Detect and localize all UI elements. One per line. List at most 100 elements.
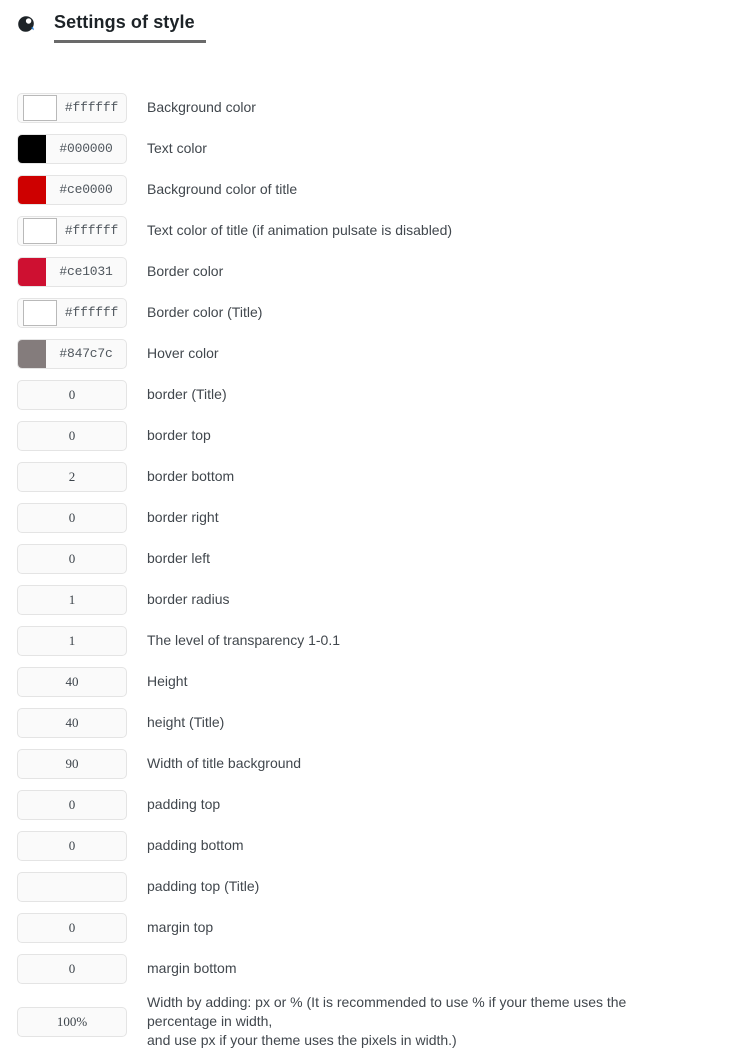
field-label: height (Title) xyxy=(147,714,225,730)
page-title-wrap: Settings of style xyxy=(54,12,206,43)
settings-row: #ffffff Background color xyxy=(0,87,741,128)
settings-row: 0 border left xyxy=(0,538,741,579)
page-header: Settings of style xyxy=(0,0,741,44)
field-value: 0 xyxy=(68,837,76,853)
color-swatch[interactable] xyxy=(18,134,46,163)
text-input[interactable]: 0 xyxy=(17,420,127,451)
color-hex-value: #ce0000 xyxy=(59,182,113,197)
field-value: 0 xyxy=(68,427,76,443)
settings-row: 90 Width of title background xyxy=(0,743,741,784)
field-value: 0 xyxy=(68,960,76,976)
field-label: border right xyxy=(147,509,219,525)
text-input[interactable]: 0 xyxy=(17,502,127,533)
settings-row: #ce0000 Background color of title xyxy=(0,169,741,210)
text-input[interactable]: 0 xyxy=(17,789,127,820)
color-swatch[interactable] xyxy=(18,257,46,286)
field-label-line: Width by adding: px or % (It is recommen… xyxy=(147,994,627,1010)
color-hex-value: #ce1031 xyxy=(59,264,113,279)
text-input[interactable]: 1 xyxy=(17,584,127,615)
field-value: 1 xyxy=(68,632,76,648)
text-input[interactable]: 40 xyxy=(17,707,127,738)
field-label-line: percentage in width, xyxy=(147,1013,273,1029)
settings-row: 0 margin bottom xyxy=(0,948,741,989)
text-input[interactable]: 100% xyxy=(17,1006,127,1037)
field-label: Width of title background xyxy=(147,755,302,771)
style-settings-form: #ffffff Background color #000000 Text color… xyxy=(0,44,741,1050)
color-input[interactable]: #ffffff xyxy=(17,215,127,246)
color-swatch[interactable] xyxy=(18,339,46,368)
settings-row: 40 height (Title) xyxy=(0,702,741,743)
field-label: Height xyxy=(147,673,188,689)
settings-row: 100% Width by adding: px or % (It is reco… xyxy=(0,989,741,1050)
field-label: Border color xyxy=(147,263,224,279)
settings-row: padding top (Title) xyxy=(0,866,741,907)
field-label: Text color of title (if animation pulsat… xyxy=(147,222,453,238)
color-input[interactable]: #ce0000 xyxy=(17,174,127,205)
color-swatch[interactable] xyxy=(18,175,46,204)
settings-row: 2 border bottom xyxy=(0,456,741,497)
field-value: 90 xyxy=(65,755,79,771)
text-input[interactable] xyxy=(17,871,127,902)
text-input[interactable]: 90 xyxy=(17,748,127,779)
eye-swirl-icon xyxy=(16,14,36,34)
page-title: Settings of style xyxy=(54,12,195,32)
text-input[interactable]: 0 xyxy=(17,953,127,984)
field-label: The level of transparency 1-0.1 xyxy=(147,632,340,648)
settings-row: 40 Height xyxy=(0,661,741,702)
color-swatch[interactable] xyxy=(23,217,57,244)
settings-row: #ffffff Text color of title (if animation… xyxy=(0,210,741,251)
text-input[interactable]: 0 xyxy=(17,912,127,943)
text-input[interactable]: 2 xyxy=(17,461,127,492)
settings-row: 0 padding bottom xyxy=(0,825,741,866)
text-input[interactable]: 0 xyxy=(17,379,127,410)
field-value: 1 xyxy=(68,591,76,607)
field-label: border (Title) xyxy=(147,386,227,402)
settings-row: #847c7c Hover color xyxy=(0,333,741,374)
text-input[interactable]: 40 xyxy=(17,666,127,697)
field-label: Width by adding: px or % (It is recommen… xyxy=(147,993,626,1050)
color-input[interactable]: #ce1031 xyxy=(17,256,127,287)
color-hex-value: #000000 xyxy=(59,141,113,156)
field-label: border top xyxy=(147,427,211,443)
color-swatch[interactable] xyxy=(23,299,57,326)
color-hex-value: #ffffff xyxy=(64,223,119,238)
field-value: 2 xyxy=(68,468,76,484)
text-input[interactable]: 0 xyxy=(17,543,127,574)
field-value: 0 xyxy=(68,550,76,566)
field-label-line: and use px if your theme uses the pixels… xyxy=(147,1032,457,1048)
title-underline xyxy=(54,40,206,43)
settings-row: 0 padding top xyxy=(0,784,741,825)
field-label: Background color xyxy=(147,99,256,115)
color-input[interactable]: #847c7c xyxy=(17,338,127,369)
color-swatch[interactable] xyxy=(23,94,57,121)
settings-row: 1 border radius xyxy=(0,579,741,620)
color-input[interactable]: #ffffff xyxy=(17,297,127,328)
field-label: padding top xyxy=(147,796,221,812)
field-value: 40 xyxy=(65,673,79,689)
field-value: 0 xyxy=(68,919,76,935)
field-label: border radius xyxy=(147,591,230,607)
field-label: margin bottom xyxy=(147,960,237,976)
field-label: border bottom xyxy=(147,468,235,484)
text-input[interactable]: 1 xyxy=(17,625,127,656)
color-hex-value: #847c7c xyxy=(59,346,113,361)
settings-row: 1 The level of transparency 1-0.1 xyxy=(0,620,741,661)
settings-row: #ffffff Border color (Title) xyxy=(0,292,741,333)
color-input[interactable]: #000000 xyxy=(17,133,127,164)
field-value: 0 xyxy=(68,386,76,402)
field-label: border left xyxy=(147,550,211,566)
settings-row: 0 border right xyxy=(0,497,741,538)
field-label: padding top (Title) xyxy=(147,878,260,894)
settings-row: #ce1031 Border color xyxy=(0,251,741,292)
field-value: 40 xyxy=(65,714,79,730)
field-value: 0 xyxy=(68,509,76,525)
field-value: 0 xyxy=(68,796,76,812)
settings-row: 0 border (Title) xyxy=(0,374,741,415)
color-input[interactable]: #ffffff xyxy=(17,92,127,123)
field-label: margin top xyxy=(147,919,214,935)
field-label: Border color (Title) xyxy=(147,304,263,320)
text-input[interactable]: 0 xyxy=(17,830,127,861)
settings-row: 0 border top xyxy=(0,415,741,456)
field-label: Background color of title xyxy=(147,181,298,197)
color-hex-value: #ffffff xyxy=(64,100,119,115)
